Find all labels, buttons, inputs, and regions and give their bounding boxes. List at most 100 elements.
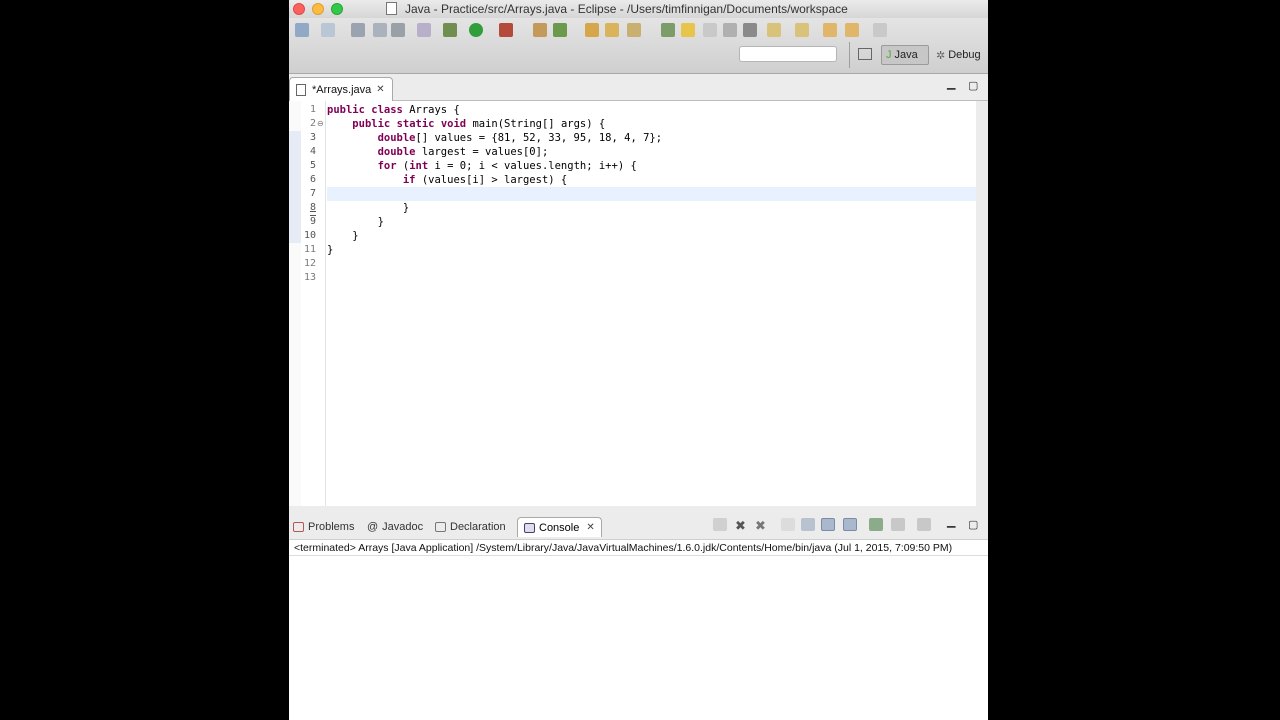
forward-icon[interactable] xyxy=(873,23,887,37)
block-selection-icon[interactable] xyxy=(703,23,717,37)
code-line: double[] values = {81, 52, 33, 95, 18, 4… xyxy=(377,132,663,144)
code-editor[interactable]: 1 2 ⊖ 3 4 5 6 7 8 9 10 11 12 13 public c… xyxy=(289,101,988,506)
line-number: 8 xyxy=(309,202,316,213)
open-task-icon[interactable] xyxy=(605,23,619,37)
show-console-on-error-icon[interactable] xyxy=(843,518,857,531)
code-line: public class Arrays { xyxy=(327,104,460,116)
declaration-icon xyxy=(435,522,446,532)
code-line: } xyxy=(327,216,384,228)
tab-console-label: Console xyxy=(539,521,580,534)
window-title: Java - Practice/src/Arrays.java - Eclips… xyxy=(405,2,848,16)
open-console-icon[interactable] xyxy=(917,518,931,531)
maximize-editor-icon[interactable]: ▢ xyxy=(968,79,978,92)
previous-annotation-icon[interactable] xyxy=(795,23,809,37)
line-number-gutter: 1 2 ⊖ 3 4 5 6 7 8 9 10 11 12 13 xyxy=(289,101,326,506)
remove-all-launches-icon[interactable]: ✖ xyxy=(755,518,769,533)
line-number: 5 xyxy=(309,160,316,171)
tab-declaration[interactable]: Declaration xyxy=(435,517,506,537)
minimize-window-button[interactable] xyxy=(312,3,324,15)
zoom-window-button[interactable] xyxy=(331,3,343,15)
paragraph-icon[interactable] xyxy=(743,23,757,37)
perspective-debug-button[interactable]: ✲ Debug xyxy=(932,45,988,65)
run-icon[interactable] xyxy=(469,23,483,37)
save-icon[interactable] xyxy=(351,23,365,37)
document-icon xyxy=(386,2,397,15)
debug-perspective-icon: ✲ xyxy=(936,49,946,62)
code-line: double largest = values[0]; xyxy=(377,146,549,158)
minimize-console-icon[interactable]: ▁ xyxy=(947,515,955,528)
bottom-panel-tab-bar: Problems @ Javadoc Declaration Console ✕… xyxy=(289,513,988,539)
new-icon[interactable] xyxy=(295,23,309,37)
pin-console-icon[interactable] xyxy=(869,518,883,531)
line-number: 12 xyxy=(303,258,316,269)
main-toolbar: J Java ✲ Debug xyxy=(289,18,988,74)
show-console-on-output-icon[interactable] xyxy=(821,518,835,531)
editor-tab-arrays[interactable]: *Arrays.java ✕ xyxy=(289,77,393,101)
eclipse-window: Java - Practice/src/Arrays.java - Eclips… xyxy=(289,0,988,720)
perspective-java-label: Java xyxy=(894,49,918,61)
new-wizard-icon[interactable] xyxy=(321,23,335,37)
java-file-icon xyxy=(296,83,306,96)
line-number: 2 xyxy=(309,118,316,129)
console-icon xyxy=(524,522,535,533)
line-number: 9 xyxy=(309,216,316,227)
minimize-editor-icon[interactable]: ▁ xyxy=(947,77,955,90)
show-whitespace-icon[interactable] xyxy=(723,23,737,37)
save-all-icon[interactable] xyxy=(373,23,387,37)
maximize-console-icon[interactable]: ▢ xyxy=(968,518,978,531)
skip-breakpoints-icon[interactable] xyxy=(417,23,431,37)
current-line-highlight xyxy=(327,187,976,201)
new-class-icon[interactable] xyxy=(553,23,567,37)
line-number: 4 xyxy=(309,146,316,157)
line-number: 13 xyxy=(303,272,316,283)
javadoc-icon: @ xyxy=(367,521,379,533)
toggle-mark-occurrences-icon[interactable] xyxy=(661,23,675,37)
line-number: 1 xyxy=(309,104,316,115)
back-icon[interactable] xyxy=(845,23,859,37)
scroll-lock-icon[interactable] xyxy=(801,518,815,531)
remove-launch-icon[interactable]: ✖ xyxy=(735,518,749,533)
code-line: } xyxy=(327,244,334,256)
editor-tab-bar: *Arrays.java ✕ ▁ ▢ xyxy=(289,75,988,101)
editor-tab-label: *Arrays.java xyxy=(312,83,372,96)
highlight-icon[interactable] xyxy=(681,23,695,37)
next-annotation-icon[interactable] xyxy=(767,23,781,37)
tab-javadoc-label: Javadoc xyxy=(382,521,424,533)
java-perspective-icon: J xyxy=(886,49,892,61)
code-line: public static void main(String[] args) { xyxy=(352,118,606,130)
debug-icon[interactable] xyxy=(443,23,457,37)
code-line: } xyxy=(327,202,410,214)
line-number: 11 xyxy=(303,244,316,255)
close-tab-icon[interactable]: ✕ xyxy=(376,84,384,95)
print-icon[interactable] xyxy=(391,23,405,37)
new-java-project-icon[interactable] xyxy=(533,23,547,37)
display-selected-console-icon[interactable] xyxy=(891,518,905,531)
tab-console[interactable]: Console ✕ xyxy=(517,517,602,537)
open-type-icon[interactable] xyxy=(585,23,599,37)
toolbar-separator xyxy=(849,42,850,68)
line-number: 3 xyxy=(309,132,316,143)
tab-problems[interactable]: Problems xyxy=(293,517,354,537)
tab-problems-label: Problems xyxy=(308,521,355,533)
open-perspective-icon[interactable] xyxy=(858,48,872,60)
terminate-icon[interactable] xyxy=(713,518,727,531)
code-line: for (int i = 0; i < values.length; i++) … xyxy=(377,160,637,172)
quick-access-input[interactable] xyxy=(739,46,837,62)
console-process-label: <terminated> Arrays [Java Application] /… xyxy=(289,539,988,556)
external-tools-icon[interactable] xyxy=(499,23,513,37)
search-icon[interactable] xyxy=(627,23,641,37)
tab-declaration-label: Declaration xyxy=(450,521,506,533)
perspective-java-button[interactable]: J Java xyxy=(881,45,929,65)
title-bar: Java - Practice/src/Arrays.java - Eclips… xyxy=(289,0,988,18)
tab-javadoc[interactable]: @ Javadoc xyxy=(367,517,423,537)
console-output[interactable] xyxy=(289,556,988,720)
clear-console-icon[interactable] xyxy=(781,518,795,531)
code-line: if (values[i] > largest) { xyxy=(402,174,568,186)
last-edit-location-icon[interactable] xyxy=(823,23,837,37)
problems-icon xyxy=(293,522,304,532)
close-window-button[interactable] xyxy=(293,3,305,15)
code-line: } xyxy=(327,230,359,242)
fold-toggle-icon[interactable]: ⊖ xyxy=(317,119,324,128)
line-number: 7 xyxy=(309,188,316,199)
close-tab-icon[interactable]: ✕ xyxy=(586,522,594,533)
